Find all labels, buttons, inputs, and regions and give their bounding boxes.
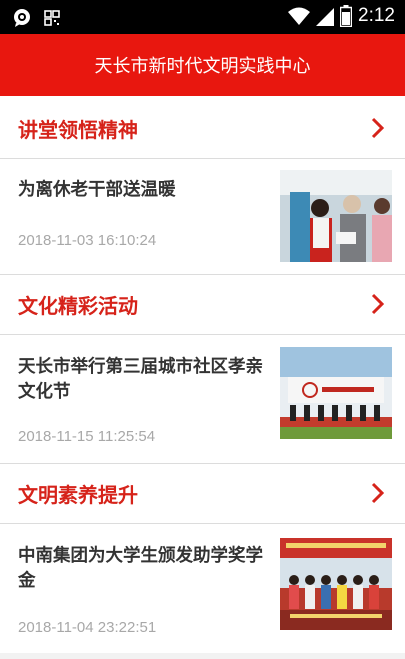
section-title: 文化精彩活动	[18, 293, 138, 318]
section-title: 文明素养提升	[18, 482, 138, 507]
status-bar: 2:12	[0, 0, 405, 34]
news-thumbnail[interactable]	[280, 170, 392, 262]
section-header-lecture[interactable]: 讲堂领悟精神	[0, 98, 405, 158]
wifi-icon	[288, 7, 311, 25]
chevron-right-icon	[371, 117, 385, 139]
bottom-nav-edge	[0, 653, 405, 659]
section-title: 讲堂领悟精神	[18, 117, 138, 142]
news-card[interactable]: 天长市举行第三届城市社区孝亲文化节 2018-11-15 11:25:54	[0, 335, 405, 460]
signal-icon	[316, 8, 335, 26]
status-time: 2:12	[358, 5, 395, 26]
app-header: 天长市新时代文明实践中心	[0, 34, 405, 96]
news-title: 天长市举行第三届城市社区孝亲文化节	[18, 357, 263, 402]
news-thumbnail[interactable]	[280, 538, 392, 630]
news-date: 2018-11-03 16:10:24	[18, 232, 157, 249]
news-card[interactable]: 中南集团为大学生颁发助学奖学金 2018-11-04 23:22:51	[0, 524, 405, 649]
news-date: 2018-11-15 11:25:54	[18, 428, 156, 445]
news-thumbnail[interactable]	[280, 347, 392, 439]
page-title: 天长市新时代文明实践中心	[94, 56, 311, 77]
news-card[interactable]: 为离休老干部送温暖 2018-11-03 16:10:24	[0, 150, 405, 275]
battery-icon	[340, 5, 353, 27]
news-date: 2018-11-04 23:22:51	[18, 619, 157, 636]
section-header-culture[interactable]: 文化精彩活动	[0, 274, 405, 334]
chevron-right-icon	[371, 293, 385, 315]
section-header-civility[interactable]: 文明素养提升	[0, 463, 405, 523]
news-title: 为离休老干部送温暖	[18, 180, 176, 200]
news-title: 中南集团为大学生颁发助学奖学金	[18, 546, 263, 591]
chat-bubble-icon	[14, 9, 30, 27]
grid-icon	[44, 10, 60, 26]
chevron-right-icon	[371, 482, 385, 504]
